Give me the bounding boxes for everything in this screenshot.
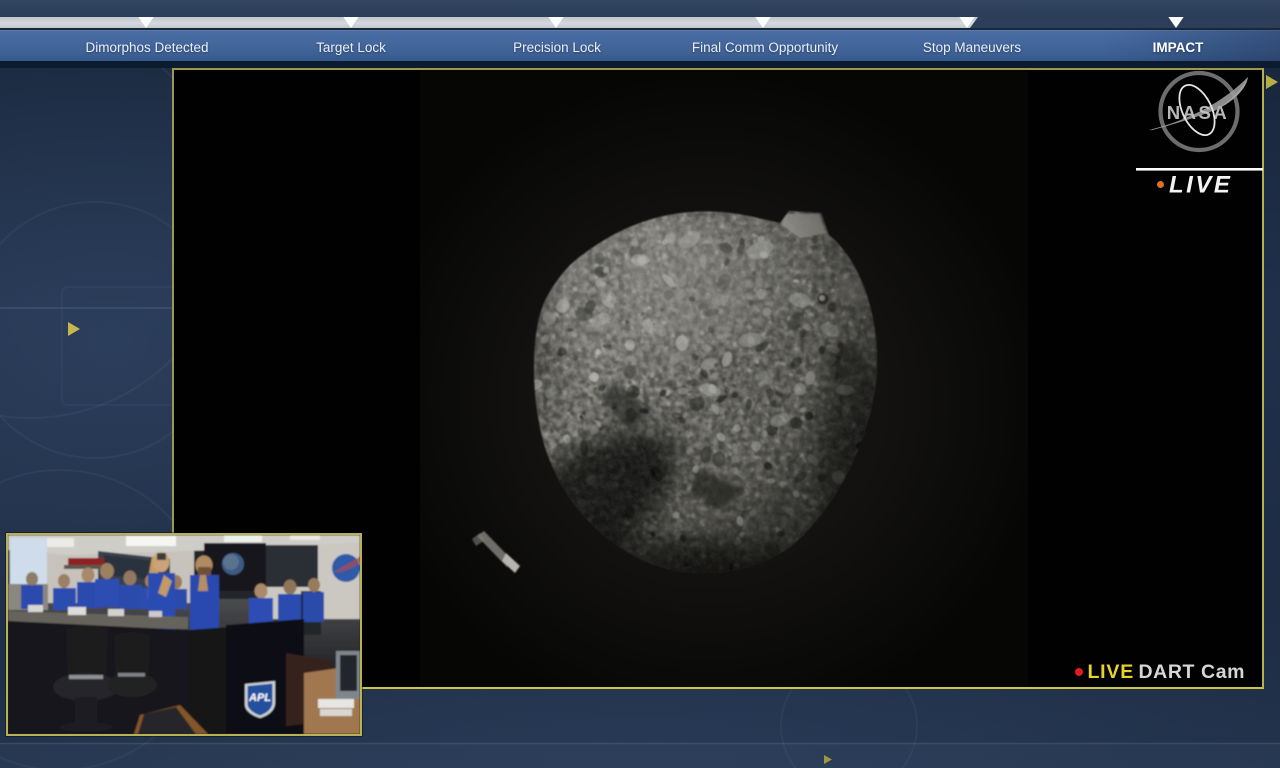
svg-text:APL: APL — [248, 692, 271, 704]
svg-text:LIVE: LIVE — [1169, 172, 1232, 199]
svg-text:NASA: NASA — [1167, 102, 1229, 123]
